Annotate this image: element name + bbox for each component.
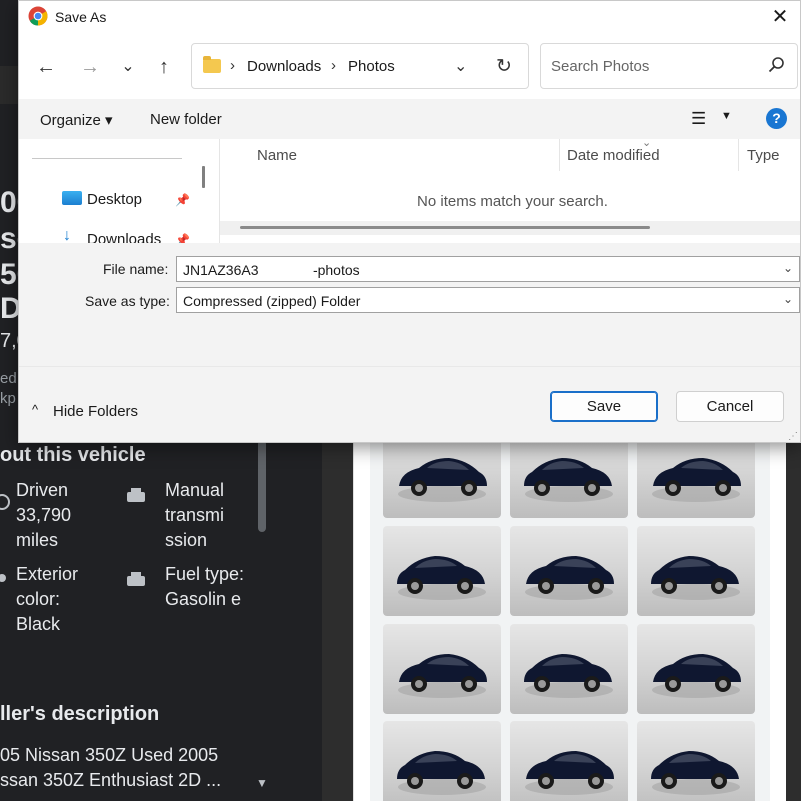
hide-folders-button[interactable]: Hide Folders [53,403,138,420]
up-arrow-icon[interactable]: ↑ [150,54,178,80]
save-form: File name: JN1AZ36A3 -photos ⌄ Save as t… [19,243,800,366]
photo-gallery [353,428,786,801]
chevron-up-icon[interactable]: ^ [32,402,38,417]
address-bar[interactable]: › Downloads › Photos ⌄ ↻ [191,43,529,89]
recent-locations-chevron-icon[interactable]: ⌄ [114,54,142,80]
seller-description-line: 05 Nissan 350Z Used 2005 [0,745,219,765]
view-options-dropdown-icon[interactable]: ▼ [721,110,732,122]
search-input[interactable]: Search Photos [551,58,649,75]
save-type-select[interactable]: Compressed (zipped) Folder ⌄ [176,287,800,313]
car-photo-thumbnail[interactable] [383,624,501,714]
address-dropdown-chevron-icon[interactable]: ⌄ [454,56,467,76]
organize-menu-button[interactable]: Organize ▾ [40,111,113,129]
command-bar: Organize ▾ New folder ☰ ▼ ? [19,99,800,139]
navpane-item-desktop[interactable]: Desktop [87,191,142,208]
navigation-pane: Desktop 📌 ↓ Downloads 📌 [19,139,197,248]
file-name-field[interactable]: JN1AZ36A3 -photos ⌄ [176,256,800,282]
details-scrollbar-thumb[interactable] [258,440,266,532]
pane-splitter[interactable] [202,166,205,188]
car-photo-thumbnail[interactable] [383,526,501,616]
save-type-label: Save as type: [85,293,170,309]
car-photo-thumbnail[interactable] [637,721,755,801]
help-icon[interactable]: ? [766,108,787,129]
feature-fuel-type: Fuel type: Gasolin e [165,564,245,609]
navigation-bar: ← → ⌄ ↑ › Downloads › Photos ⌄ ↻ Search … [19,33,800,99]
new-folder-button[interactable]: New folder [150,111,222,128]
horizontal-scrollbar-thumb[interactable] [240,226,650,229]
view-list-icon[interactable]: ☰ [691,109,706,129]
dialog-titlebar: Save As ✕ [19,1,800,33]
search-icon[interactable] [767,56,785,74]
car-photo-thumbnail[interactable] [510,624,628,714]
fuel-icon [124,570,148,590]
car-photo-thumbnail[interactable] [510,721,628,801]
column-header-date-modified[interactable]: Date modified [567,147,660,164]
forward-arrow-icon[interactable]: → [76,54,104,80]
breadcrumb-separator-icon: › [230,57,235,74]
refresh-icon[interactable]: ↻ [496,55,512,78]
breadcrumb-downloads[interactable]: Downloads [247,58,321,75]
cancel-button[interactable]: Cancel [676,391,784,422]
paint-icon [0,568,14,588]
seller-description-line: ssan 350Z Enthusiast 2D ... [0,770,222,790]
column-separator[interactable] [559,139,560,171]
back-arrow-icon[interactable]: ← [32,54,60,80]
breadcrumb-separator-icon: › [331,57,336,74]
save-type-value[interactable]: Compressed (zipped) Folder [183,293,360,309]
car-photo-thumbnail[interactable] [383,721,501,801]
about-heading: out this vehicle [0,444,146,466]
resize-grip-icon[interactable]: ⋰ [788,431,798,442]
feature-transmission: Manual transmi ssion [165,480,225,550]
pin-icon: 📌 [175,193,190,207]
dialog-footer: ^ Hide Folders Save Cancel ⋰ [19,366,800,442]
close-icon[interactable]: ✕ [766,3,794,31]
car-photo-thumbnail[interactable] [637,624,755,714]
breadcrumb-photos[interactable]: Photos [348,58,395,75]
file-name-value[interactable]: JN1AZ36A3 -photos [183,262,360,278]
folder-icon [203,56,221,73]
seller-description-heading: ller's description [0,703,160,725]
search-box[interactable]: Search Photos [540,43,798,89]
feature-mileage: Driven 33,790 miles [16,480,72,550]
car-photo-thumbnail[interactable] [510,526,628,616]
navpane-divider [32,158,182,159]
chrome-logo-icon [28,6,48,26]
column-header-name[interactable]: Name [257,147,297,164]
scroll-down-arrow-icon[interactable]: ▼ [256,776,268,790]
file-browser: Desktop 📌 ↓ Downloads 📌 Name ⌄ Date modi… [19,137,800,248]
save-type-dropdown-chevron-icon[interactable]: ⌄ [783,292,793,306]
column-header-type[interactable]: Type [747,147,780,164]
desktop-icon [62,191,82,205]
save-as-dialog: Save As ✕ ← → ⌄ ↑ › Downloads › Photos ⌄… [18,0,801,443]
listing-meta: kp [0,390,16,407]
column-separator[interactable] [738,139,739,171]
car-photo-thumbnail[interactable] [637,526,755,616]
horizontal-scrollbar[interactable] [220,221,800,235]
transmission-icon [124,486,148,506]
file-name-label: File name: [103,261,169,277]
empty-results-message: No items match your search. [417,193,608,210]
listing-meta: ed [0,370,17,387]
photo-grid [370,428,770,801]
file-name-dropdown-chevron-icon[interactable]: ⌄ [783,261,793,275]
feature-exterior-color: Exterior color: Black [16,564,79,634]
dialog-title: Save As [55,9,107,25]
odometer-icon [0,490,14,510]
file-list: Name ⌄ Date modified Type No items match… [219,137,800,243]
save-button[interactable]: Save [550,391,658,422]
